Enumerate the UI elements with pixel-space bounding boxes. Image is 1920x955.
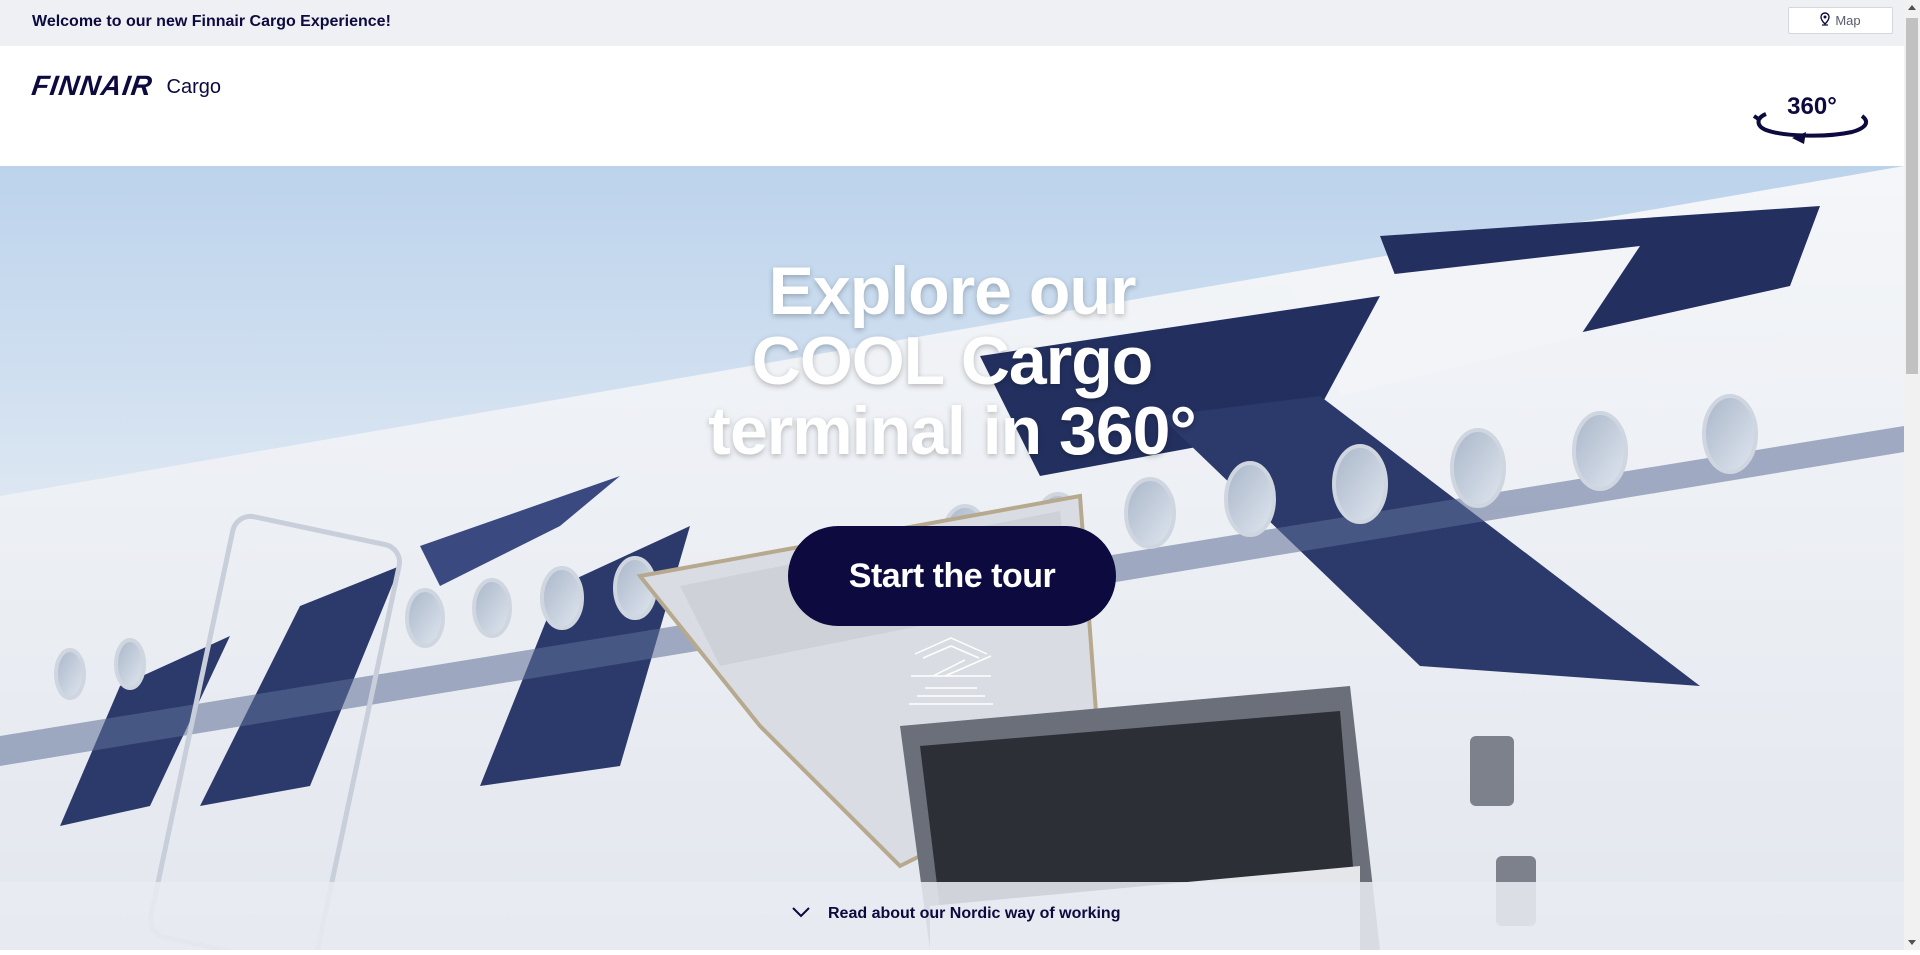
headline-line: Explore our [768,253,1137,329]
announcement-bar: Welcome to our new Finnair Cargo Experie… [0,0,1904,46]
start-tour-button[interactable]: Start the tour [788,526,1116,626]
headline-line: COOL Cargo [751,323,1154,399]
rotate-360-icon: 360° [1752,88,1872,144]
scroll-up-arrow-icon[interactable] [1904,0,1920,16]
map-pin-icon [1820,12,1831,29]
scroll-down-arrow-icon[interactable] [1904,934,1920,950]
site-header [0,46,1904,166]
finnair-cargo-logo[interactable]: FINNAIR Cargo [29,70,222,101]
hero-headline: Explore our COOL Cargo terminal in 360° [0,256,1904,466]
badge-360-label: 360° [1787,93,1837,120]
welcome-message: Welcome to our new Finnair Cargo Experie… [32,13,391,30]
logo-wordmark: FINNAIR [29,70,155,101]
read-more-label: Read about our Nordic way of working [828,905,1121,922]
map-button[interactable]: Map [1788,7,1893,34]
tour-arrow-icon[interactable] [905,636,997,706]
hero-section: Explore our COOL Cargo terminal in 360° … [0,166,1904,950]
map-button-label: Map [1835,13,1861,28]
chevron-down-icon [792,905,810,923]
read-more-link[interactable]: Read about our Nordic way of working [792,905,1120,923]
scrollbar-thumb[interactable] [1906,18,1918,374]
headline-line: terminal in 360° [708,393,1196,469]
logo-suffix: Cargo [166,76,222,98]
